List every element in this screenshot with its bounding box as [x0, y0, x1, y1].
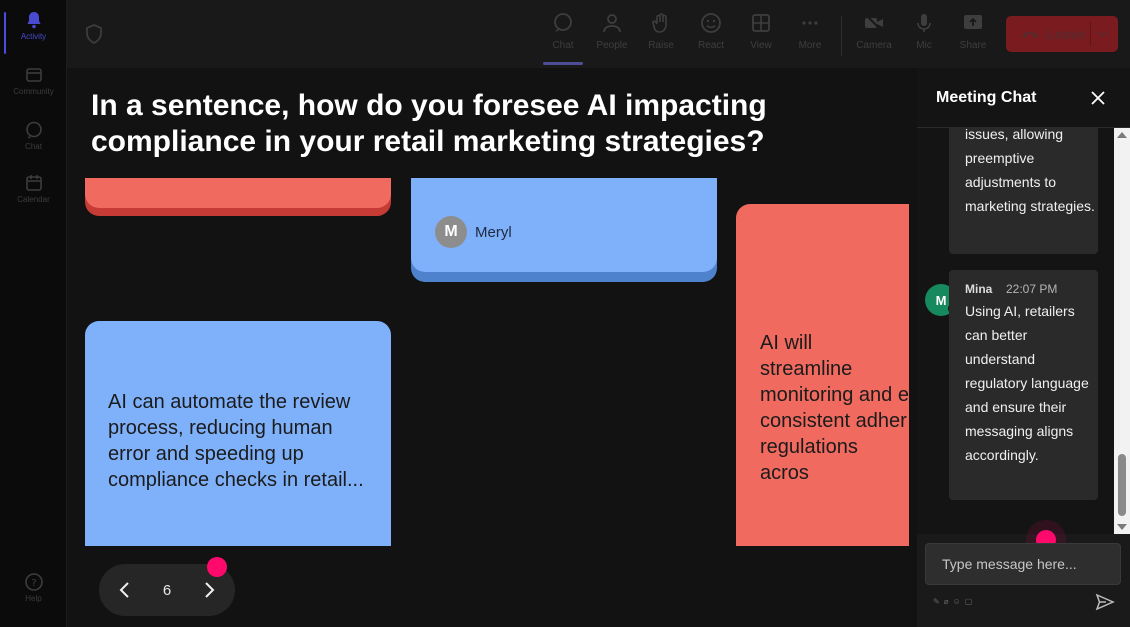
chat-title: Meeting Chat	[936, 89, 1037, 106]
chat-icon	[554, 13, 572, 32]
meeting-app: Activity Community Chat Calendar ? Help …	[0, 0, 1130, 627]
chat-header: Meeting Chat	[917, 68, 1130, 128]
chat-scrollbar[interactable]	[1114, 128, 1130, 534]
shield-icon	[86, 24, 102, 44]
chat-message: issues, allowing preemptive adjustments …	[949, 128, 1098, 254]
rail-label-calendar: Calendar	[17, 195, 50, 204]
avatar-initial: M	[935, 292, 947, 308]
scroll-down-arrow[interactable]	[1117, 524, 1127, 530]
toolbar-react-button[interactable]: React	[689, 12, 733, 62]
message-author: Mina	[965, 282, 993, 296]
meeting-toolbar: Chat People Raise React View More Camera	[67, 0, 1130, 68]
toolbar-mic-button[interactable]: Mic	[902, 12, 946, 62]
card-meryl[interactable]: M Meryl	[411, 178, 717, 272]
toolbar-share-button[interactable]: Share	[951, 12, 995, 62]
meeting-chat-panel: Meeting Chat issues, allowing preemptive…	[917, 68, 1130, 627]
toolbar-raise-button[interactable]: Raise	[639, 12, 683, 62]
toolbar-people-button[interactable]: People	[590, 12, 634, 62]
hang-up-icon	[1022, 32, 1038, 38]
toolbar-mic-label: Mic	[916, 40, 932, 51]
emoji-icon[interactable]: ☺	[953, 597, 961, 606]
message-text: Using AI, retailers can better understan…	[965, 303, 1089, 463]
toolbar-raise-label: Raise	[648, 40, 674, 51]
rail-item-help[interactable]: ? Help	[0, 572, 67, 622]
message-time: 22:07 PM	[1006, 282, 1058, 296]
send-icon[interactable]	[1095, 592, 1115, 612]
toolbar-view-button[interactable]: View	[739, 12, 783, 62]
toolbar-camera-label: Camera	[856, 40, 892, 51]
next-page-button[interactable]	[189, 570, 229, 610]
leave-label: Leave	[1046, 26, 1086, 42]
avatar: M	[435, 216, 467, 248]
board-edge-mask	[909, 178, 917, 546]
card-author: M Meryl	[435, 216, 512, 248]
svg-text:?: ?	[31, 578, 36, 589]
people-icon	[603, 14, 621, 33]
leave-button[interactable]: Leave	[1006, 16, 1118, 52]
chat-bubble-icon	[25, 121, 42, 139]
rail-item-community[interactable]: Community	[0, 65, 67, 115]
toolbar-react-label: React	[697, 40, 725, 51]
rail-label-activity: Activity	[20, 32, 47, 41]
attach-icon[interactable]: ⌀	[944, 597, 949, 606]
chevron-down-icon[interactable]	[1097, 28, 1109, 40]
chat-message: Mina 22:07 PM Using AI, retailers can be…	[949, 270, 1098, 500]
gif-icon[interactable]: ▢	[965, 597, 973, 606]
toolbar-view-label: View	[750, 40, 772, 51]
toolbar-more-button[interactable]: More	[788, 12, 832, 62]
chat-messages[interactable]: issues, allowing preemptive adjustments …	[917, 128, 1130, 534]
more-icon	[802, 21, 818, 25]
react-icon	[701, 13, 721, 33]
message-text: issues, allowing preemptive adjustments …	[965, 128, 1095, 214]
toolbar-people-label: People	[596, 40, 628, 51]
rail-item-calendar[interactable]: Calendar	[0, 173, 67, 223]
calendar-icon	[25, 175, 42, 191]
help-icon: ?	[24, 573, 43, 591]
question-title: In a sentence, how do you foresee AI imp…	[91, 89, 767, 158]
community-icon	[25, 68, 42, 82]
rail-label-community: Community	[13, 87, 54, 96]
rail-label-chat: Chat	[25, 142, 42, 151]
card-text: AI will streamline monitoring and e cons…	[760, 332, 909, 484]
bell-icon	[27, 12, 40, 29]
rail-item-chat[interactable]: Chat	[0, 120, 67, 170]
card-text: AI can automate the review process, redu…	[108, 391, 364, 491]
page-number: 6	[162, 581, 172, 599]
scroll-up-arrow[interactable]	[1117, 132, 1127, 138]
toolbar-camera-button[interactable]: Camera	[852, 12, 896, 62]
toolbar-chat-button[interactable]: Chat	[541, 12, 585, 65]
prev-page-button[interactable]	[105, 570, 145, 610]
share-icon	[964, 15, 982, 29]
card-ai-automate[interactable]: AI can automate the review process, redu…	[85, 321, 391, 546]
leave-divider	[1090, 22, 1091, 46]
message-input[interactable]	[925, 543, 1121, 585]
format-icon[interactable]: ✎	[933, 597, 940, 606]
mic-icon	[917, 14, 931, 32]
toolbar-divider	[841, 16, 842, 56]
chevron-left-icon	[119, 582, 129, 598]
close-icon[interactable]	[1089, 89, 1107, 107]
card-board: M Meryl AI can automate the review proce…	[67, 178, 917, 546]
card-partial-red[interactable]	[85, 178, 391, 208]
raise-hand-icon	[652, 13, 667, 33]
rail-label-help: Help	[25, 594, 42, 603]
composer-format-tools: ✎ ⌀ ☺ ▢	[933, 597, 972, 606]
toolbar-more-label: More	[798, 40, 822, 51]
cursor-indicator-dot	[207, 557, 227, 577]
view-icon	[752, 14, 770, 32]
author-name: Meryl	[475, 223, 512, 241]
chevron-right-icon	[205, 582, 215, 598]
toolbar-share-label: Share	[959, 40, 987, 51]
card-ai-streamline[interactable]: AI will streamline monitoring and e cons…	[736, 204, 917, 546]
whiteboard-stage: In a sentence, how do you foresee AI imp…	[67, 68, 917, 627]
scroll-thumb[interactable]	[1118, 454, 1126, 516]
left-rail: Activity Community Chat Calendar ? Help	[0, 0, 67, 627]
camera-icon	[865, 14, 883, 32]
toolbar-chat-label: Chat	[552, 40, 574, 51]
rail-item-activity[interactable]: Activity	[0, 10, 67, 60]
